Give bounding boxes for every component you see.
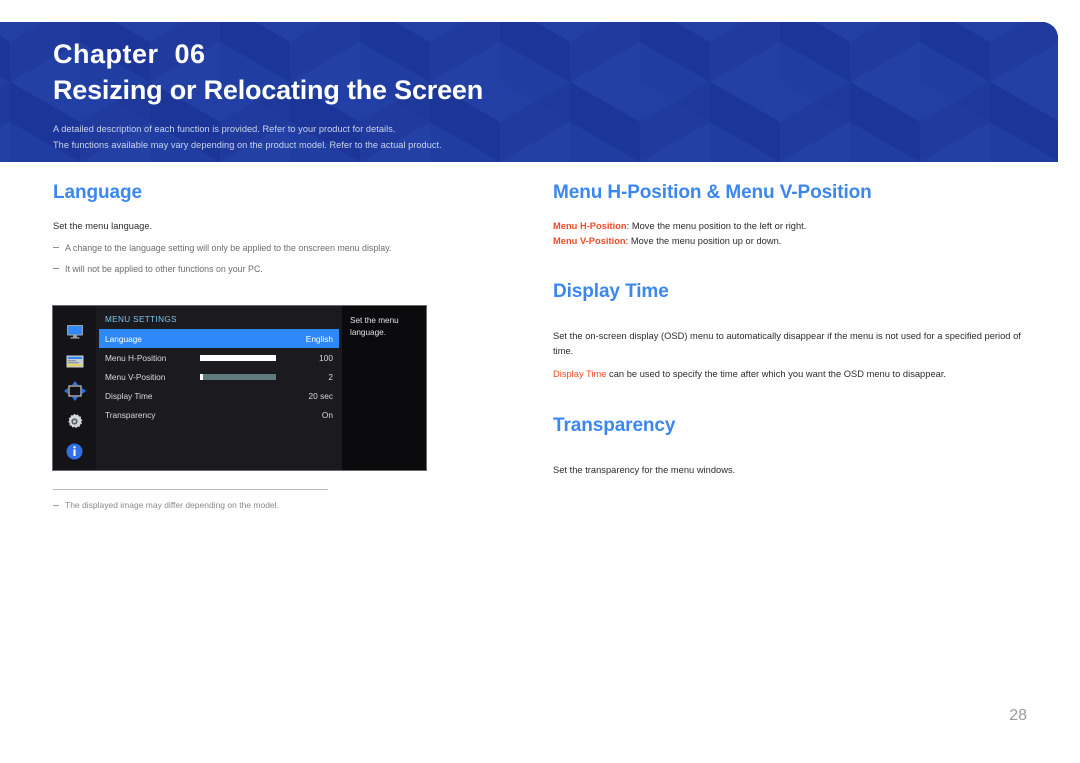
osd-row-label: Menu H-Position — [105, 352, 167, 363]
osd-row-display-time[interactable]: Display Time 20 sec — [96, 386, 342, 405]
banner-subtitle: A detailed description of each function … — [53, 121, 1058, 153]
menu-h-position-description: Menu H-Position: Move the menu position … — [553, 219, 1031, 234]
chapter-banner: Chapter 06 Resizing or Relocating the Sc… — [0, 22, 1058, 162]
footnote-text: The displayed image may differ depending… — [53, 499, 333, 512]
osd-hint-panel: Set the menu language. — [342, 306, 426, 470]
osd-row-value: English — [305, 333, 333, 344]
page-number: 28 — [1009, 707, 1027, 724]
osd-row-label: Language — [105, 333, 142, 344]
osd-row-list: Language English Menu H-Position 100 Men… — [96, 329, 342, 424]
section-heading-display-time: Display Time — [553, 280, 669, 302]
osd-hint-text: Set the menu language. — [350, 316, 399, 337]
language-intro-text: Set the menu language. — [53, 220, 153, 231]
osd-row-value: 2 — [328, 371, 333, 382]
osd-slider-h-position[interactable] — [200, 354, 276, 361]
left-column: Language Set the menu language. A change… — [53, 182, 523, 276]
menu-v-position-description: Menu V-Position: Move the menu position … — [553, 234, 1031, 249]
inline-label-display-time: Display Time — [553, 368, 607, 379]
transparency-paragraph: Set the transparency for the menu window… — [553, 464, 736, 475]
osd-row-menu-h-position[interactable]: Menu H-Position 100 — [96, 348, 342, 367]
inline-text-menu-h-position: : Move the menu position to the left or … — [626, 220, 807, 231]
osd-row-label: Menu V-Position — [105, 371, 166, 382]
inline-text-menu-v-position: : Move the menu position up or down. — [625, 235, 782, 246]
section-heading-transparency: Transparency — [553, 414, 676, 436]
section-heading-menu-position: Menu H-Position & Menu V-Position — [553, 182, 872, 203]
osd-row-value: 100 — [319, 352, 333, 363]
move-arrows-icon — [63, 381, 86, 401]
osd-row-value: On — [321, 409, 333, 420]
banner-subtitle-line-1: A detailed description of each function … — [53, 124, 396, 135]
footnote-divider — [53, 489, 328, 490]
section-heading-language: Language — [53, 182, 142, 203]
osd-row-value: 20 sec — [308, 390, 333, 401]
inline-text-display-time: can be used to specify the time after wh… — [606, 368, 947, 379]
gear-icon — [64, 412, 86, 430]
chapter-label: Chapter 06 — [53, 39, 206, 69]
osd-menu-mockup: MENU SETTINGS Language English Menu H-Po… — [53, 306, 426, 470]
osd-icon-rail — [53, 306, 96, 470]
right-column: Menu H-Position & Menu V-Position Menu H… — [553, 182, 1031, 478]
osd-row-label: Transparency — [105, 409, 156, 420]
info-icon — [64, 442, 86, 460]
display-time-detail: Display Time can be used to specify the … — [553, 367, 1031, 382]
osd-row-language[interactable]: Language English — [99, 329, 339, 348]
osd-row-menu-v-position[interactable]: Menu V-Position 2 — [96, 367, 342, 386]
banner-subtitle-line-2: The functions available may vary dependi… — [53, 140, 442, 151]
language-note-1: A change to the language setting will on… — [53, 241, 523, 255]
picture-in-picture-icon — [64, 352, 86, 370]
language-note-2: It will not be applied to other function… — [53, 262, 523, 276]
inline-label-menu-h-position: Menu H-Position — [553, 220, 627, 231]
inline-label-menu-v-position: Menu V-Position — [553, 235, 626, 246]
display-time-paragraph: Set the on-screen display (OSD) menu to … — [553, 330, 1021, 356]
osd-slider-v-position[interactable] — [200, 373, 276, 380]
monitor-icon — [64, 322, 86, 340]
chapter-title: Resizing or Relocating the Screen — [53, 74, 484, 105]
footnote-block: The displayed image may differ depending… — [53, 489, 333, 512]
osd-panel-heading: MENU SETTINGS — [105, 315, 177, 324]
osd-row-transparency[interactable]: Transparency On — [96, 405, 342, 424]
document-page: Chapter 06 Resizing or Relocating the Sc… — [0, 0, 1080, 763]
osd-row-label: Display Time — [105, 390, 153, 401]
osd-main-panel: MENU SETTINGS Language English Menu H-Po… — [96, 306, 342, 470]
